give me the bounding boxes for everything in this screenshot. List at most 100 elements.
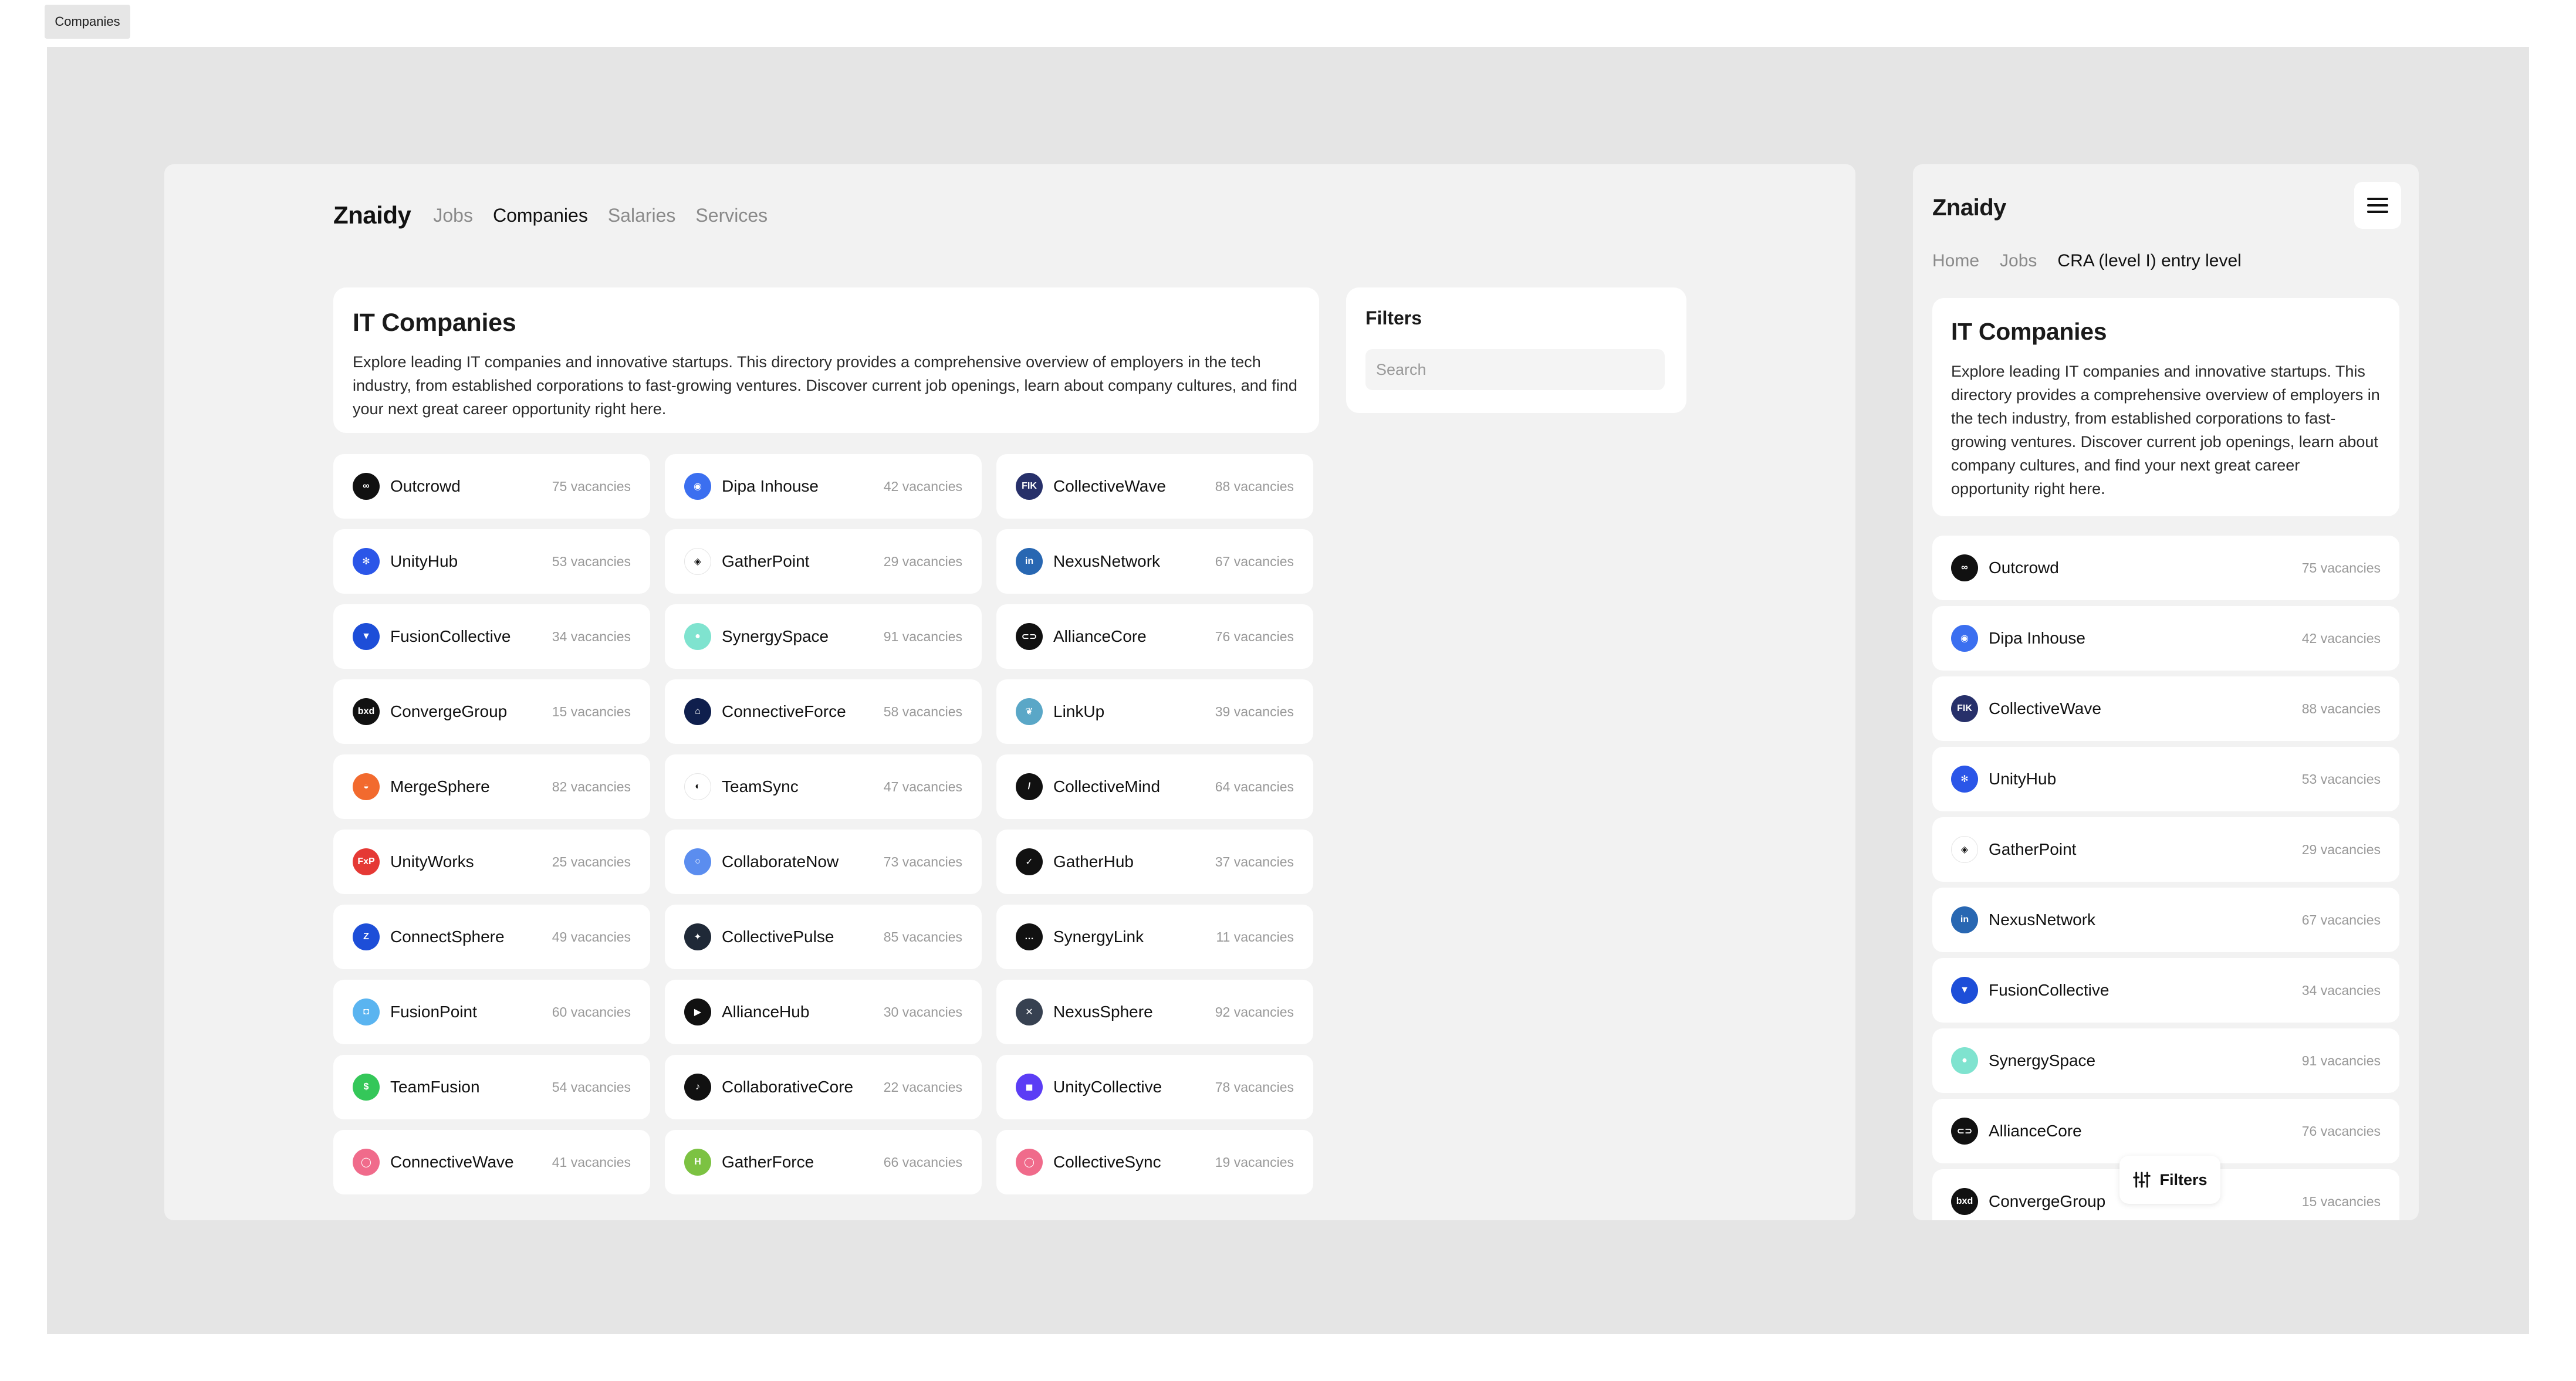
mobile-intro-card: IT Companies Explore leading IT companie… — [1932, 298, 2399, 516]
company-card[interactable]: ✦ CollectivePulse 85 vacancies — [665, 905, 982, 969]
company-name: UnityHub — [390, 552, 458, 570]
company-card[interactable]: ⊂⊃ AllianceCore 76 vacancies — [1932, 1099, 2399, 1163]
vacancy-count: 91 vacancies — [2301, 1052, 2381, 1068]
company-card[interactable]: ▼ FusionCollective 34 vacancies — [1932, 958, 2399, 1023]
breadcrumb-jobs[interactable]: Jobs — [2000, 251, 2037, 271]
company-name: LinkUp — [1053, 702, 1105, 720]
company-card[interactable]: FIK CollectiveWave 88 vacancies — [996, 454, 1313, 519]
company-card[interactable]: in NexusNetwork 67 vacancies — [996, 529, 1313, 594]
company-card[interactable]: ◯ ConnectiveWave 41 vacancies — [333, 1130, 650, 1194]
company-logo-icon: ● — [684, 623, 711, 650]
company-card[interactable]: ● SynergySpace 91 vacancies — [665, 604, 982, 669]
company-card[interactable]: ✻ UnityHub 53 vacancies — [333, 529, 650, 594]
site-logo[interactable]: Znaidy — [333, 201, 411, 229]
company-card[interactable]: bxd ConvergeGroup 15 vacancies — [333, 679, 650, 744]
company-card[interactable]: FxP UnityWorks 25 vacancies — [333, 830, 650, 894]
company-logo-icon: … — [1016, 923, 1043, 950]
vacancy-count: 66 vacancies — [883, 1154, 962, 1170]
company-logo-icon: FIK — [1951, 695, 1978, 722]
company-name: UnityHub — [1989, 770, 2057, 788]
intro-card: IT Companies Explore leading IT companie… — [333, 287, 1319, 433]
filters-button-label: Filters — [2159, 1170, 2207, 1189]
vacancy-count: 82 vacancies — [552, 778, 631, 794]
company-card[interactable]: in NexusNetwork 67 vacancies — [1932, 888, 2399, 952]
vacancy-count: 53 vacancies — [2301, 771, 2381, 787]
vacancy-count: 29 vacancies — [883, 553, 962, 569]
company-card[interactable]: ✓ GatherHub 37 vacancies — [996, 830, 1313, 894]
company-logo-icon: ◘ — [353, 998, 380, 1025]
vacancy-count: 22 vacancies — [883, 1079, 962, 1095]
company-logo-icon: ▼ — [353, 623, 380, 650]
company-card[interactable]: ⊂⊃ AllianceCore 76 vacancies — [996, 604, 1313, 669]
vacancy-count: 42 vacancies — [883, 478, 962, 494]
company-name: GatherHub — [1053, 852, 1134, 871]
company-card[interactable]: H GatherForce 66 vacancies — [665, 1130, 982, 1194]
company-name: SynergySpace — [722, 627, 829, 645]
breadcrumb-home[interactable]: Home — [1932, 251, 1979, 271]
company-logo-icon: ◈ — [684, 548, 711, 575]
company-card[interactable]: Z ConnectSphere 49 vacancies — [333, 905, 650, 969]
company-card[interactable]: ♪ CollaborativeCore 22 vacancies — [665, 1055, 982, 1119]
vacancy-count: 76 vacancies — [2301, 1123, 2381, 1139]
company-card[interactable]: ○ CollaborateNow 73 vacancies — [665, 830, 982, 894]
nav-link-salaries[interactable]: Salaries — [608, 205, 676, 226]
vacancy-count: 42 vacancies — [2301, 630, 2381, 646]
company-name: TeamFusion — [390, 1078, 480, 1096]
company-card[interactable]: / CollectiveMind 64 vacancies — [996, 754, 1313, 819]
company-card[interactable]: ▼ FusionCollective 34 vacancies — [333, 604, 650, 669]
company-card[interactable]: ⌂ ConnectiveForce 58 vacancies — [665, 679, 982, 744]
company-card[interactable]: ◉ Dipa Inhouse 42 vacancies — [1932, 606, 2399, 671]
company-card[interactable]: ◉ Dipa Inhouse 42 vacancies — [665, 454, 982, 519]
nav-link-services[interactable]: Services — [695, 205, 768, 226]
company-card[interactable]: ▶ AllianceHub 30 vacancies — [665, 980, 982, 1044]
company-name: GatherForce — [722, 1153, 814, 1171]
company-name: AllianceHub — [722, 1003, 810, 1021]
company-name: Outcrowd — [1989, 559, 2059, 577]
company-name: CollectiveWave — [1989, 699, 2101, 717]
vacancy-count: 76 vacancies — [1215, 628, 1294, 644]
company-logo-icon: ◐ — [684, 773, 711, 800]
nav-link-jobs[interactable]: Jobs — [433, 205, 473, 226]
company-card[interactable]: ◈ GatherPoint 29 vacancies — [1932, 817, 2399, 882]
vacancy-count: 29 vacancies — [2301, 841, 2381, 857]
vacancy-count: 85 vacancies — [883, 929, 962, 945]
company-logo-icon: ◉ — [684, 473, 711, 500]
mobile-company-list: ∞ Outcrowd 75 vacancies ◉ Dipa Inhouse 42 vac… — [1932, 536, 2399, 1220]
company-logo-icon: ⌂ — [684, 698, 711, 725]
company-card[interactable]: ◈ GatherPoint 29 vacancies — [665, 529, 982, 594]
company-name: UnityCollective — [1053, 1078, 1162, 1096]
company-logo-icon: ◯ — [353, 1149, 380, 1176]
company-card[interactable]: ◼ UnityCollective 78 vacancies — [996, 1055, 1313, 1119]
company-name: CollectiveSync — [1053, 1153, 1161, 1171]
company-card[interactable]: ✻ UnityHub 53 vacancies — [1932, 747, 2399, 811]
company-name: SynergyLink — [1053, 928, 1144, 946]
company-card[interactable]: ❦ LinkUp 39 vacancies — [996, 679, 1313, 744]
vacancy-count: 53 vacancies — [552, 553, 631, 569]
company-card[interactable]: FIK CollectiveWave 88 vacancies — [1932, 676, 2399, 741]
company-logo-icon: ✻ — [353, 548, 380, 575]
mobile-site-logo[interactable]: Znaidy — [1932, 195, 2006, 221]
company-card[interactable]: ∞ Outcrowd 75 vacancies — [1932, 536, 2399, 600]
company-card[interactable]: ● SynergySpace 91 vacancies — [1932, 1028, 2399, 1093]
company-logo-icon: Z — [353, 923, 380, 950]
company-card[interactable]: $ TeamFusion 54 vacancies — [333, 1055, 650, 1119]
company-name: AllianceCore — [1053, 627, 1147, 645]
company-name: UnityWorks — [390, 852, 474, 871]
company-card[interactable]: ◒ MergeSphere 82 vacancies — [333, 754, 650, 819]
company-name: GatherPoint — [722, 552, 810, 570]
filters-button[interactable]: Filters — [2119, 1156, 2220, 1204]
company-name: GatherPoint — [1989, 840, 2077, 858]
search-input[interactable] — [1365, 349, 1665, 390]
company-card[interactable]: … SynergyLink 11 vacancies — [996, 905, 1313, 969]
company-name: Dipa Inhouse — [1989, 629, 2086, 647]
company-card[interactable]: ∞ Outcrowd 75 vacancies — [333, 454, 650, 519]
nav-link-companies[interactable]: Companies — [493, 205, 588, 226]
company-logo-icon: ○ — [684, 848, 711, 875]
company-card[interactable]: ◯ CollectiveSync 19 vacancies — [996, 1130, 1313, 1194]
company-card[interactable]: ◘ FusionPoint 60 vacancies — [333, 980, 650, 1044]
company-name: CollectiveMind — [1053, 777, 1161, 796]
mobile-page-description: Explore leading IT companies and innovat… — [1951, 363, 2380, 497]
menu-icon[interactable] — [2354, 182, 2401, 229]
company-card[interactable]: ✕ NexusSphere 92 vacancies — [996, 980, 1313, 1044]
company-card[interactable]: ◐ TeamSync 47 vacancies — [665, 754, 982, 819]
